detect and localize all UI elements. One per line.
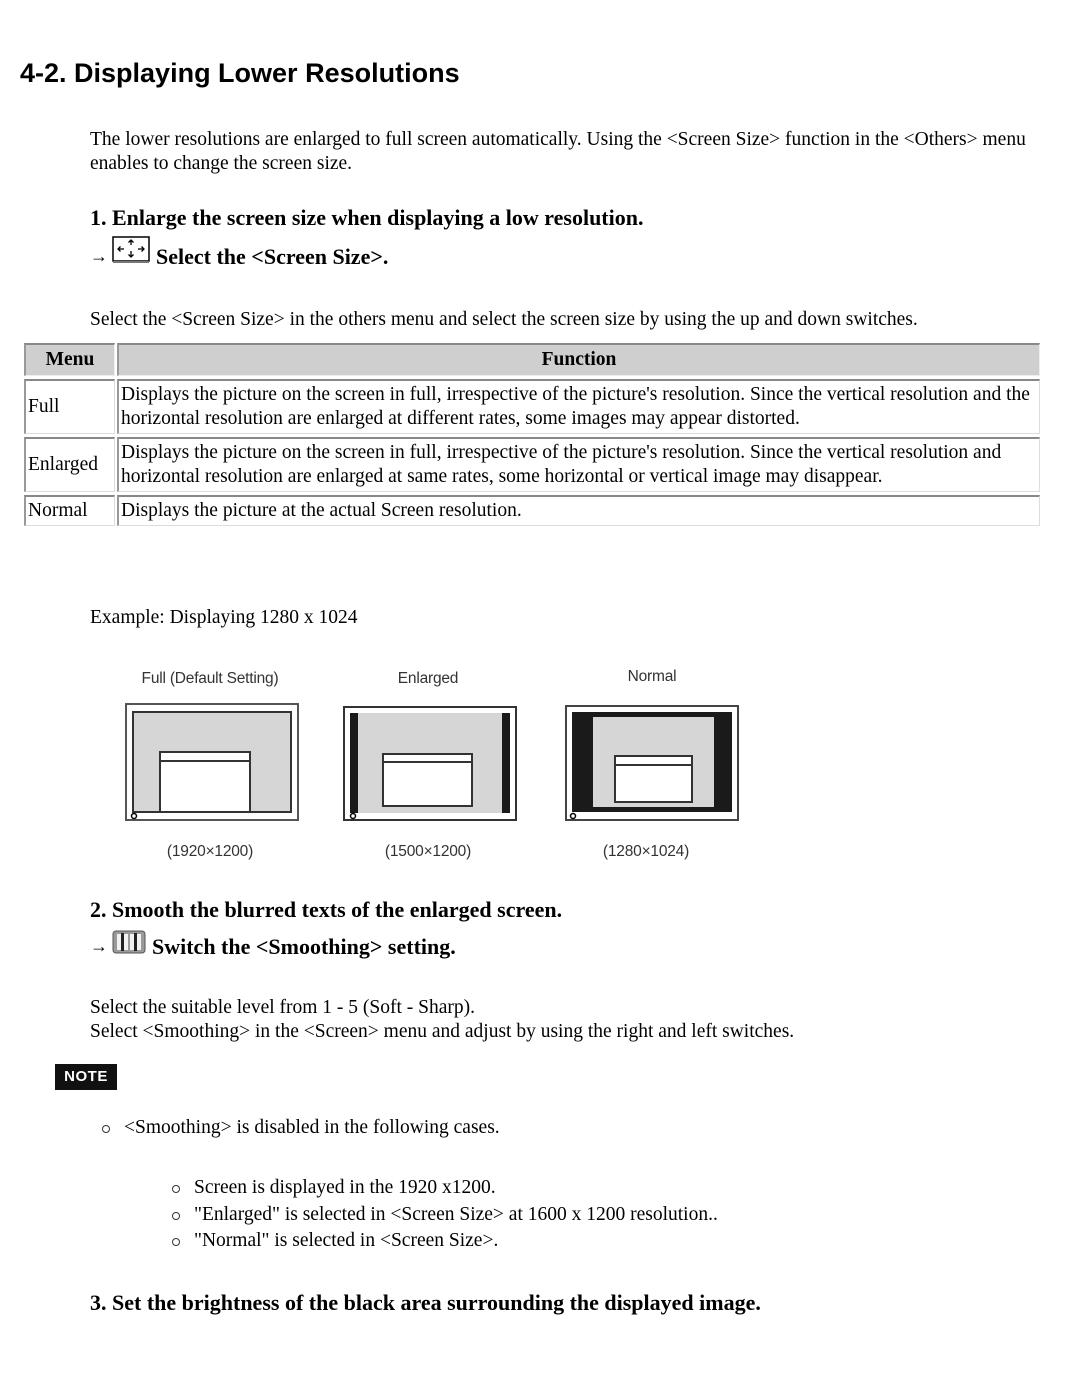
function-cell: Displays the picture on the screen in fu…: [117, 379, 1040, 434]
function-cell: Displays the picture on the screen in fu…: [117, 437, 1040, 492]
bullet-icon: [172, 1185, 180, 1193]
intro-paragraph: The lower resolutions are enlarged to fu…: [90, 129, 1026, 174]
column-header-function: Function: [117, 343, 1040, 376]
section2-line-2: Select <Smoothing> in the <Screen> menu …: [90, 1021, 795, 1042]
arrow-icon: →: [90, 246, 108, 266]
menu-cell: Enlarged: [24, 437, 115, 492]
menu-cell: Full: [24, 379, 115, 434]
list-item: <Smoothing> is disabled in the following…: [100, 1115, 500, 1142]
section2-heading: 2. Smooth the blurred texts of the enlar…: [90, 897, 563, 922]
diagram-full-label: Full (Default Setting): [141, 670, 279, 687]
bullet-icon: [172, 1211, 180, 1220]
page-title: 4-2. Displaying Lower Resolutions: [20, 58, 460, 88]
section1-action-label: Select the <Screen Size>.: [156, 244, 389, 269]
table-header-row: Menu Function: [24, 343, 1040, 376]
cases-list: Screen is displayed in the 1920 x1200. "…: [170, 1175, 718, 1255]
bullet-icon: [102, 1125, 110, 1133]
table-row: Normal Displays the picture at the actua…: [24, 495, 1040, 526]
diagram-enlarged-monitor: [343, 706, 517, 821]
diagram-enlarged-label: Enlarged: [397, 670, 459, 687]
diagram-normal-monitor: [565, 705, 739, 821]
list-item: "Normal" is selected in <Screen Size>.: [170, 1228, 718, 1255]
screen-size-table: Menu Function Full Displays the picture …: [22, 340, 1042, 529]
bullet-icon: [172, 1238, 180, 1246]
diagram-enlarged-resolution: (1500×1200): [384, 843, 472, 860]
example-caption: Example: Displaying 1280 x 1024: [90, 607, 358, 628]
diagram-normal-label: Normal: [627, 668, 677, 685]
note-badge: NOTE: [55, 1064, 117, 1090]
function-cell: Displays the picture at the actual Scree…: [117, 495, 1040, 526]
diagram-full-resolution: (1920×1200): [166, 843, 254, 860]
section3-heading: 3. Set the brightness of the black area …: [90, 1290, 761, 1315]
case-text: "Normal" is selected in <Screen Size>.: [194, 1230, 499, 1251]
section2-line-1: Select the suitable level from 1 - 5 (So…: [90, 997, 476, 1018]
arrow-icon: →: [90, 936, 108, 956]
section1-heading: 1. Enlarge the screen size when displayi…: [90, 205, 644, 230]
column-header-menu: Menu: [24, 343, 115, 376]
note-list: <Smoothing> is disabled in the following…: [100, 1115, 500, 1142]
section1-action: → Select the <Screen Size>.: [90, 236, 388, 270]
diagram-normal-resolution: (1280×1024): [602, 843, 690, 860]
section1-description: Select the <Screen Size> in the others m…: [90, 309, 918, 330]
case-text: "Enlarged" is selected in <Screen Size> …: [194, 1203, 718, 1225]
case-text: Screen is displayed in the 1920 x1200.: [194, 1177, 496, 1198]
table-row: Enlarged Displays the picture on the scr…: [24, 437, 1040, 492]
screen-size-icon: [112, 236, 150, 270]
smoothing-icon: [112, 930, 146, 960]
diagram-full-monitor: [125, 703, 299, 821]
list-item: "Enlarged" is selected in <Screen Size> …: [170, 1202, 718, 1229]
section2-action-label: Switch the <Smoothing> setting.: [152, 934, 456, 959]
list-item: Screen is displayed in the 1920 x1200.: [170, 1175, 718, 1202]
menu-cell: Normal: [24, 495, 115, 526]
section2-action: → Switch the <Smoothing> setting.: [90, 930, 456, 960]
screen-size-diagrams: [125, 703, 739, 821]
table-row: Full Displays the picture on the screen …: [24, 379, 1040, 434]
note-item-text: <Smoothing> is disabled in the following…: [124, 1117, 500, 1138]
